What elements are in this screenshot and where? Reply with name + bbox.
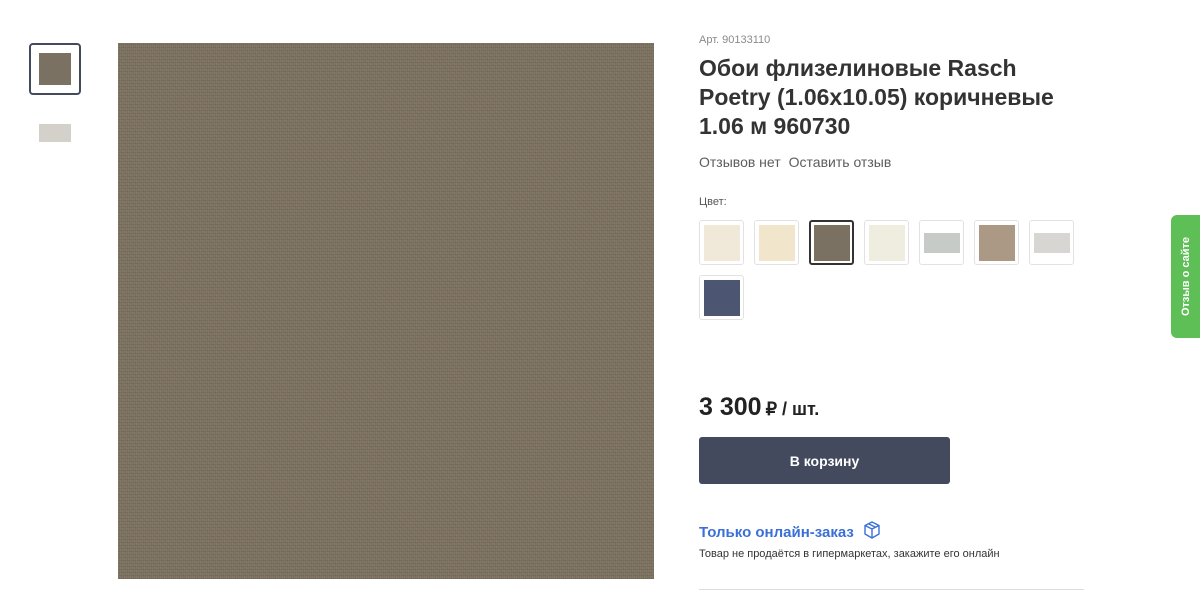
color-swatch-5[interactable]: [919, 220, 964, 265]
price: 3 300 ₽ / шт.: [699, 393, 819, 422]
color-swatch-4[interactable]: [864, 220, 909, 265]
online-only-label: Только онлайн-заказ: [699, 524, 854, 541]
color-swatch-4-chip: [868, 224, 905, 261]
add-to-cart-button[interactable]: В корзину: [699, 437, 950, 484]
color-swatch-5-chip: [923, 232, 960, 253]
thumbnail-2[interactable]: [29, 107, 81, 159]
reviews-count: Отзывов нет: [699, 154, 781, 170]
color-swatch-1[interactable]: [699, 220, 744, 265]
color-swatch-2-chip: [758, 224, 795, 261]
divider: [699, 589, 1084, 590]
product-main-image[interactable]: [118, 43, 654, 579]
color-swatch-6-chip: [978, 224, 1015, 261]
thumbnail-2-image: [39, 124, 71, 142]
color-swatch-1-chip: [703, 224, 740, 261]
color-label: Цвет:: [699, 196, 727, 208]
color-swatch-3-chip: [813, 224, 850, 261]
thumbnail-1[interactable]: [29, 43, 81, 95]
price-amount: 3 300: [699, 393, 762, 421]
online-only-note: Товар не продаётся в гипермаркетах, зака…: [699, 548, 1000, 560]
color-swatch-8[interactable]: [699, 275, 744, 320]
color-swatch-2[interactable]: [754, 220, 799, 265]
color-swatch-7-chip: [1033, 232, 1070, 253]
color-swatch-3[interactable]: [809, 220, 854, 265]
site-feedback-tab[interactable]: Отзыв о сайте: [1171, 215, 1200, 338]
product-title: Обои флизелиновые Rasch Poetry (1.06x10.…: [699, 55, 1054, 139]
online-only-badge: Только онлайн-заказ: [699, 520, 882, 545]
article-number: Арт. 90133110: [699, 34, 771, 46]
product-info: Арт. 90133110 Обои флизелиновые Rasch Po…: [699, 34, 1084, 320]
color-swatch-6[interactable]: [974, 220, 1019, 265]
leave-review-link[interactable]: Оставить отзыв: [789, 154, 892, 170]
site-feedback-label: Отзыв о сайте: [1179, 236, 1192, 317]
box-icon: [862, 520, 882, 545]
thumbnail-list: [29, 43, 83, 171]
thumbnail-1-image: [39, 53, 71, 85]
color-swatch-8-chip: [703, 279, 740, 316]
reviews-row: Отзывов нет Оставить отзыв: [699, 154, 1084, 170]
price-unit: ₽ / шт.: [765, 399, 820, 419]
color-swatches: [699, 220, 1099, 320]
color-swatch-7[interactable]: [1029, 220, 1074, 265]
